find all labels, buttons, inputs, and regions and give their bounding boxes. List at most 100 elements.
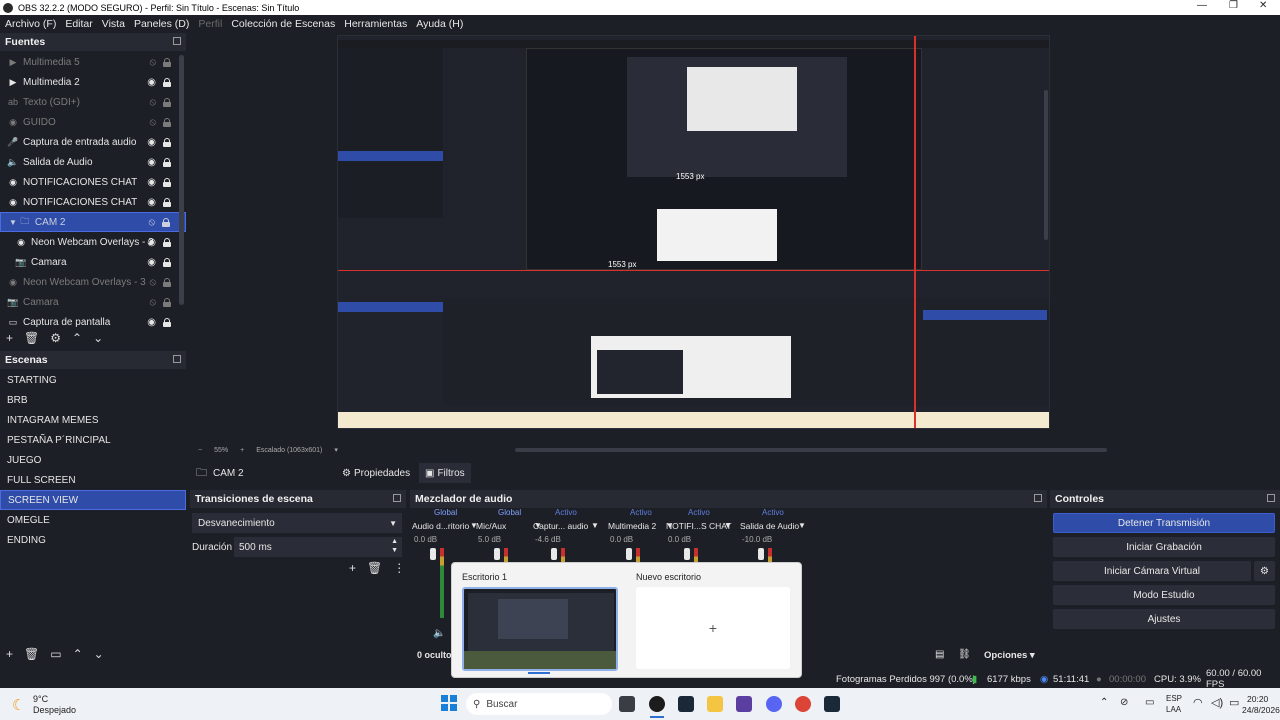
source-item[interactable]: 🎤 Captura de entrada audio ◉: [0, 132, 186, 152]
steam-icon[interactable]: [824, 696, 840, 712]
add-icon[interactable]: +: [6, 331, 13, 345]
wifi-icon[interactable]: ◠: [1193, 696, 1203, 709]
scene-item[interactable]: OMEGLE: [0, 510, 186, 530]
eye-icon[interactable]: ◉: [147, 157, 156, 168]
channel-name[interactable]: Audio d...ritorio: [412, 521, 469, 531]
menu-ayuda[interactable]: Ayuda (H): [416, 18, 463, 30]
tray-icon[interactable]: ▭: [1145, 697, 1154, 708]
source-item[interactable]: 📷 Camara ◉: [0, 252, 186, 272]
link-icon[interactable]: ⛓: [958, 649, 971, 660]
close-button[interactable]: ✕: [1259, 0, 1267, 11]
steam-icon[interactable]: [678, 696, 694, 712]
source-item[interactable]: ab Texto (GDI+) ⦸: [0, 92, 186, 112]
minimize-button[interactable]: —: [1197, 0, 1207, 11]
volume-slider[interactable]: [758, 548, 764, 560]
lock-icon[interactable]: [163, 317, 171, 327]
eye-off-icon[interactable]: ⦸: [149, 57, 156, 68]
chrome-icon[interactable]: [795, 696, 811, 712]
more-icon[interactable]: ⋮: [393, 561, 405, 575]
options-button[interactable]: Opciones ▾: [984, 650, 1035, 661]
source-item[interactable]: 🔈 Salida de Audio ◉: [0, 152, 186, 172]
lock-icon[interactable]: [163, 197, 171, 207]
eye-icon[interactable]: ◉: [147, 77, 156, 88]
eye-icon[interactable]: ◉: [147, 317, 156, 328]
studio-mode-button[interactable]: Modo Estudio: [1053, 585, 1275, 605]
source-item[interactable]: ▼ 🗀 CAM 2 ⦸: [0, 212, 186, 232]
clock-time[interactable]: 20:20: [1247, 694, 1268, 704]
scene-item[interactable]: ENDING: [0, 530, 186, 550]
scene-item[interactable]: JUEGO: [0, 450, 186, 470]
speaker-icon[interactable]: 🔈: [433, 628, 445, 639]
filters-button[interactable]: ▣ Filtros: [419, 463, 471, 483]
scene-item[interactable]: FULL SCREEN: [0, 470, 186, 490]
expand-icon[interactable]: ▼: [9, 218, 17, 227]
transition-select[interactable]: Desvanecimiento ▼: [192, 513, 402, 533]
preview-vscroll[interactable]: [1044, 90, 1048, 240]
chevron-down-icon[interactable]: ▼: [591, 521, 599, 530]
eye-off-icon[interactable]: ⦸: [149, 117, 156, 128]
eye-off-icon[interactable]: ⦸: [149, 97, 156, 108]
menu-perfil[interactable]: Perfil: [198, 18, 222, 30]
chevron-down-icon[interactable]: ▼: [724, 521, 732, 530]
volume-slider[interactable]: [684, 548, 690, 560]
new-desktop-button[interactable]: +: [636, 587, 790, 669]
undock-icon[interactable]: [1267, 494, 1275, 502]
sources-scrollbar[interactable]: [179, 55, 184, 305]
desktop-1-thumbnail[interactable]: [462, 587, 618, 671]
filter-icon[interactable]: ▭: [50, 647, 61, 661]
eye-icon[interactable]: ◉: [147, 137, 156, 148]
preview-hscroll[interactable]: [515, 448, 1107, 452]
battery-icon[interactable]: ▭: [1229, 696, 1239, 709]
menu-paneles[interactable]: Paneles (D): [134, 18, 189, 30]
virtual-cam-button[interactable]: Iniciar Cámara Virtual: [1053, 561, 1251, 581]
discord-icon[interactable]: [766, 696, 782, 712]
add-icon[interactable]: +: [349, 561, 356, 575]
menu-herramientas[interactable]: Herramientas: [344, 18, 407, 30]
volume-slider[interactable]: [626, 548, 632, 560]
lock-icon[interactable]: [163, 137, 171, 147]
volume-slider[interactable]: [494, 548, 500, 560]
preview-canvas[interactable]: 1553 px 1553 px: [337, 35, 1050, 429]
lock-icon[interactable]: [163, 57, 171, 67]
start-recording-button[interactable]: Iniciar Grabación: [1053, 537, 1275, 557]
trash-icon[interactable]: 🗑: [24, 331, 39, 345]
channel-name[interactable]: Captur... audio: [533, 521, 588, 531]
lock-icon[interactable]: [163, 237, 171, 247]
source-item[interactable]: ◉ NOTIFICACIONES CHAT ◉: [0, 192, 186, 212]
properties-button[interactable]: ⚙ Propiedades: [336, 463, 416, 483]
move-down-icon[interactable]: ⌄: [93, 331, 103, 345]
scene-item[interactable]: SCREEN VIEW: [0, 490, 186, 510]
move-up-icon[interactable]: ⌃: [72, 331, 82, 345]
lock-icon[interactable]: [163, 97, 171, 107]
undock-icon[interactable]: [173, 37, 181, 45]
menu-vista[interactable]: Vista: [102, 18, 125, 30]
eye-off-icon[interactable]: ⦸: [148, 217, 155, 228]
scale-dropdown-icon[interactable]: ▾: [334, 446, 338, 454]
taskview-icon[interactable]: [619, 696, 635, 712]
stop-stream-button[interactable]: Detener Transmisión: [1053, 513, 1275, 533]
lock-icon[interactable]: [163, 157, 171, 167]
add-icon[interactable]: +: [6, 647, 13, 661]
start-icon[interactable]: [441, 695, 457, 711]
trash-icon[interactable]: 🗑: [367, 561, 382, 575]
channel-name[interactable]: Salida de Audio: [740, 521, 799, 531]
move-down-icon[interactable]: ⌄: [94, 647, 104, 661]
lock-icon[interactable]: [163, 277, 171, 287]
settings-button[interactable]: Ajustes: [1053, 609, 1275, 629]
scene-item[interactable]: PESTAÑA P´RINCIPAL: [0, 430, 186, 450]
zoom-in-icon[interactable]: +: [240, 447, 244, 454]
undock-icon[interactable]: [1034, 494, 1042, 502]
lang-primary[interactable]: ESP: [1166, 694, 1182, 703]
lock-icon[interactable]: [163, 77, 171, 87]
taskbar-search[interactable]: ⚲ Buscar: [466, 693, 612, 715]
clock-date[interactable]: 24/8/2026: [1242, 705, 1280, 715]
chevron-down-icon[interactable]: ▼: [798, 521, 806, 530]
virtual-cam-settings-button[interactable]: ⚙: [1254, 561, 1275, 581]
volume-icon[interactable]: ◁): [1211, 696, 1223, 709]
weather-icon[interactable]: ☾: [12, 696, 25, 714]
lock-icon[interactable]: [163, 117, 171, 127]
scene-item[interactable]: INTAGRAM MEMES: [0, 410, 186, 430]
eye-off-icon[interactable]: ⦸: [149, 277, 156, 288]
eye-off-icon[interactable]: ⦸: [149, 297, 156, 308]
network-icon[interactable]: ⊘: [1120, 697, 1128, 708]
